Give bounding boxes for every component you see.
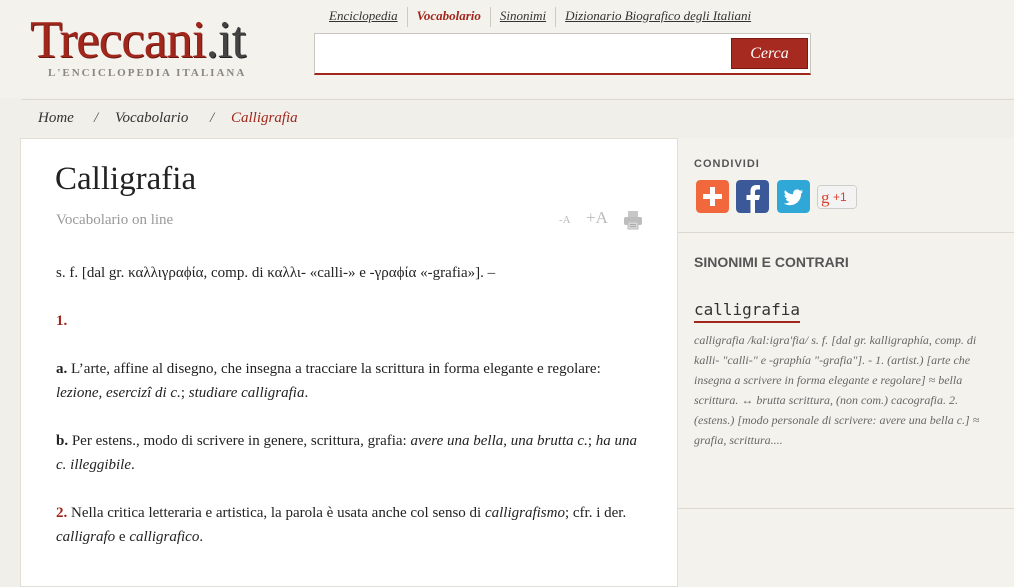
top-navigation: Enciclopedia Vocabolario Sinonimi Dizion… xyxy=(320,7,760,27)
synonyms-heading: SINONIMI E CONTRARI xyxy=(694,254,849,270)
search-button[interactable]: Cerca xyxy=(731,38,808,69)
site-header: Treccani.it L'ENCICLOPEDIA ITALIANA Enci… xyxy=(0,0,1014,98)
facebook-icon[interactable] xyxy=(736,180,769,213)
example: avere una bella xyxy=(410,433,504,449)
example: calligrafico xyxy=(129,529,200,545)
sidebar-divider xyxy=(678,508,1014,509)
sense-2: 2. Nella critica letteraria e artistica,… xyxy=(56,501,646,549)
logo-tagline: L'ENCICLOPEDIA ITALIANA xyxy=(48,67,247,79)
sense-text: e xyxy=(115,529,130,545)
nav-vocabolario[interactable]: Vocabolario xyxy=(408,7,491,27)
synonym-definition: calligrafia /kal:igra'fia/ s. f. [dal gr… xyxy=(694,333,980,447)
breadcrumb-separator: / xyxy=(210,110,215,126)
search-input[interactable] xyxy=(321,38,725,70)
sense-1-number: 1. xyxy=(56,309,646,333)
breadcrumb-current: Calligrafia xyxy=(231,110,298,126)
svg-text:+1: +1 xyxy=(833,190,847,204)
sense-text: ; cfr. i der. xyxy=(564,505,627,521)
sense-1b: b. Per estens., modo di scrivere in gene… xyxy=(56,429,646,477)
nav-enciclopedia[interactable]: Enciclopedia xyxy=(320,7,408,27)
sense-text: L’arte, affine al disegno, che insegna a… xyxy=(67,361,601,377)
google-plus-icon[interactable]: g +1 xyxy=(817,185,857,209)
sense-label: a. xyxy=(56,361,68,377)
punctuation: ; xyxy=(587,433,596,449)
sense-1a: a. L’arte, affine al disegno, che insegn… xyxy=(56,357,646,405)
sense-text: Nella critica letteraria e artistica, la… xyxy=(67,505,485,521)
breadcrumb-home[interactable]: Home xyxy=(38,110,74,127)
sense-text: Per estens., modo di scrivere in genere,… xyxy=(68,433,411,449)
punctuation: . xyxy=(130,457,135,473)
entry-subtitle: Vocabolario on line xyxy=(56,212,174,228)
logo-wordmark: Treccani.it xyxy=(30,11,246,69)
example: calligrafismo xyxy=(484,505,565,521)
breadcrumb-separator: / xyxy=(94,110,99,126)
sense-number: 1. xyxy=(56,313,68,329)
breadcrumb-vocabolario[interactable]: Vocabolario xyxy=(115,110,188,127)
example: una brutta c. xyxy=(510,433,588,449)
punctuation: ; xyxy=(180,385,189,401)
font-increase-button[interactable]: +A xyxy=(586,208,608,228)
treccani-logo[interactable]: Treccani.it L'ENCICLOPEDIA ITALIANA xyxy=(30,8,280,88)
breadcrumb: Home / Vocabolario / Calligrafia xyxy=(22,99,1014,138)
example: esercizî di c. xyxy=(106,385,181,401)
nav-dizionario-biografico[interactable]: Dizionario Biografico degli Italiani xyxy=(556,7,760,27)
share-label: CONDIVIDI xyxy=(694,158,760,170)
punctuation: . xyxy=(199,529,204,545)
sidebar-divider xyxy=(678,232,1014,233)
addthis-share-icon[interactable] xyxy=(696,180,729,213)
font-decrease-button[interactable]: -A xyxy=(559,214,571,226)
nav-sinonimi[interactable]: Sinonimi xyxy=(491,7,557,27)
search-box: Cerca xyxy=(314,33,811,75)
page-title: Calligrafia xyxy=(55,161,197,197)
entry-content: Calligrafia Vocabolario on line -A +A s.… xyxy=(20,138,678,587)
sense-label: b. xyxy=(56,433,69,449)
sense-number: 2. xyxy=(56,505,68,521)
sidebar: CONDIVIDI g +1 SINONIMI E CONTRARI calli… xyxy=(678,138,1014,587)
print-icon[interactable] xyxy=(622,209,644,231)
punctuation: , xyxy=(503,433,511,449)
punctuation: , xyxy=(98,385,106,401)
entry-etymology: s. f. [dal gr. καλλιγραϕία, comp. di καλ… xyxy=(56,265,496,281)
synonym-word-link[interactable]: calligrafia xyxy=(694,300,800,323)
example: lezione xyxy=(56,385,99,401)
example: studiare calligrafia xyxy=(188,385,305,401)
twitter-icon[interactable] xyxy=(777,180,810,213)
example: calligrafo xyxy=(56,529,116,545)
punctuation: . xyxy=(304,385,309,401)
svg-text:g: g xyxy=(821,188,830,207)
